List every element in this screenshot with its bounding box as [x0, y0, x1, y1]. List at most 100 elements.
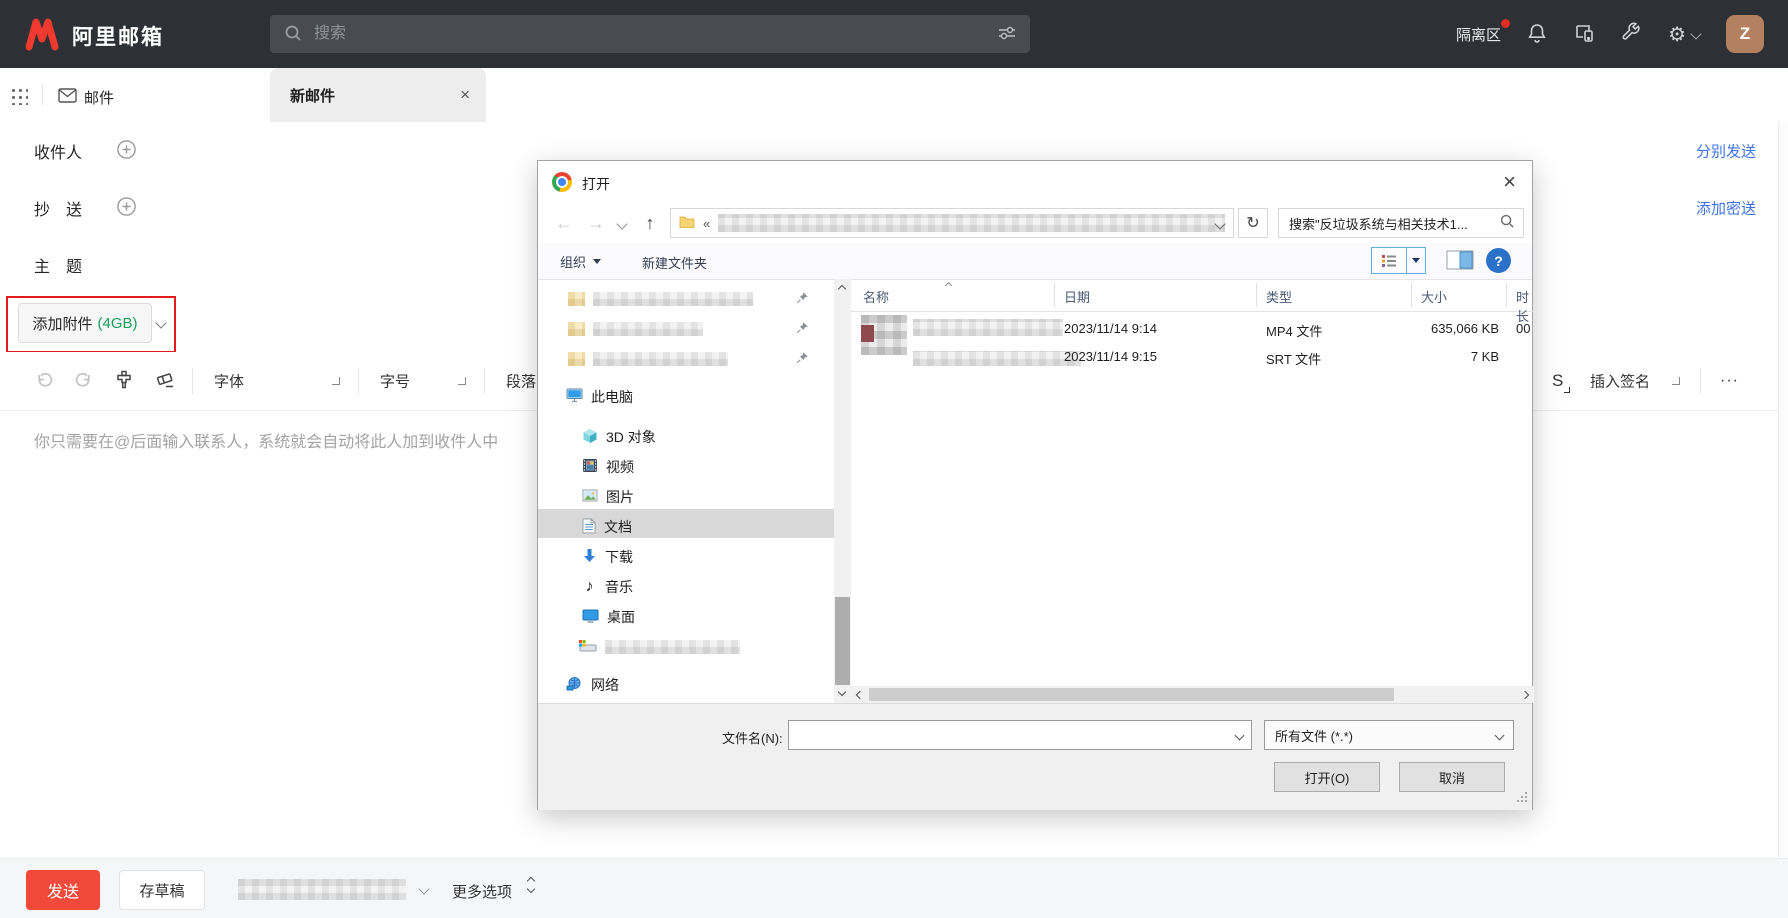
sidebar-item-downloads[interactable]: 下载 — [582, 543, 633, 571]
dialog-titlebar[interactable]: 打开 × — [538, 161, 1532, 203]
add-bcc-link[interactable]: 添加密送 — [1696, 197, 1756, 218]
horizontal-scrollbar[interactable] — [851, 686, 1534, 703]
close-icon[interactable]: × — [460, 85, 470, 105]
chevron-down-icon — [1494, 730, 1505, 740]
devices-icon[interactable] — [1573, 22, 1595, 47]
up-icon[interactable]: ↑ — [638, 208, 662, 238]
sender-address-redacted[interactable] — [238, 879, 406, 900]
pin-icon — [796, 321, 809, 337]
apps-grid-icon[interactable] — [10, 87, 28, 105]
add-cc-icon[interactable] — [116, 196, 137, 220]
resize-grip[interactable] — [1517, 791, 1528, 806]
sidebar-item-network[interactable]: 网络 — [566, 671, 619, 699]
search-input[interactable] — [312, 24, 998, 44]
preview-pane-icon[interactable] — [1446, 250, 1474, 273]
filetype-select[interactable]: 所有文件 (*.*) — [1264, 720, 1514, 750]
dialog-search-input[interactable] — [1287, 214, 1500, 232]
alimail-logo-icon — [22, 16, 62, 55]
back-icon[interactable]: ← — [552, 208, 576, 238]
more-options-button[interactable]: 更多选项 — [452, 881, 512, 902]
column-headers: 名称 日期 类型 大小 时长 — [851, 279, 1534, 324]
quarantine-link[interactable]: 隔离区 — [1456, 18, 1511, 45]
save-draft-button[interactable]: 存草稿 — [119, 870, 205, 910]
sidebar-item-desktop[interactable]: 桌面 — [582, 603, 635, 631]
more-tools-button[interactable]: ··· — [1720, 372, 1739, 390]
scroll-down-icon[interactable] — [837, 687, 847, 697]
sidebar-item-documents[interactable]: 文档 — [582, 513, 632, 541]
pinned-folder-redacted[interactable] — [568, 285, 828, 313]
send-button[interactable]: 发送 — [26, 870, 100, 910]
bell-icon[interactable] — [1527, 22, 1547, 47]
add-recipient-icon[interactable] — [116, 139, 137, 163]
sidebar-scrollbar[interactable] — [834, 279, 851, 703]
global-search[interactable] — [270, 15, 1030, 53]
column-duration[interactable]: 时长 — [1516, 287, 1534, 325]
quarantine-badge-dot — [1501, 18, 1511, 28]
address-bar[interactable]: « — [670, 208, 1234, 238]
sidebar-item-music[interactable]: ♪ 音乐 — [582, 573, 634, 601]
open-button[interactable]: 打开(O) — [1274, 762, 1380, 792]
forward-icon[interactable]: → — [584, 208, 608, 238]
tab-new-mail[interactable]: 新邮件 × — [270, 68, 486, 122]
page-scrollbar[interactable] — [1778, 122, 1788, 858]
insert-signature-button[interactable]: 插入签名 — [1590, 371, 1650, 392]
undo-icon[interactable] — [34, 370, 54, 393]
sidebar-item-label: 图片 — [606, 489, 634, 505]
sidebar-item-this-pc[interactable]: 此电脑 — [566, 383, 633, 411]
scroll-right-icon[interactable] — [1520, 690, 1530, 700]
new-folder-button[interactable]: 新建文件夹 — [642, 253, 707, 272]
eraser-icon[interactable] — [154, 370, 176, 393]
sidebar-item-3d-objects[interactable]: 3D 对象 — [582, 423, 656, 451]
organize-menu[interactable]: 组织 — [560, 252, 602, 271]
avatar[interactable]: Z — [1726, 15, 1764, 53]
scroll-up-icon[interactable] — [837, 284, 847, 294]
help-button[interactable]: ? — [1486, 248, 1511, 273]
chevron-down-icon[interactable] — [616, 218, 628, 230]
sidebar-item-videos[interactable]: 视频 — [582, 453, 634, 481]
music-note-icon: ♪ — [585, 578, 594, 595]
chevron-down-icon[interactable] — [458, 377, 466, 385]
close-icon[interactable]: × — [1503, 169, 1516, 195]
body-placeholder[interactable]: 你只需要在@后面输入联系人，系统就会自动将此人加到收件人中 — [34, 428, 498, 452]
sidebar-item-drive-redacted[interactable] — [578, 633, 740, 661]
add-attachment-button[interactable]: 添加附件 (4GB) — [18, 303, 152, 343]
picture-icon — [582, 489, 598, 505]
filter-icon[interactable] — [998, 25, 1016, 44]
column-size[interactable]: 大小 — [1421, 287, 1447, 306]
wrench-icon[interactable] — [1621, 22, 1642, 46]
paragraph-select[interactable]: 段落 — [506, 371, 536, 392]
cancel-button[interactable]: 取消 — [1399, 762, 1505, 792]
format-painter-icon[interactable] — [114, 370, 134, 393]
pinned-folder-redacted[interactable] — [568, 345, 828, 373]
pinned-folder-redacted[interactable] — [568, 315, 828, 343]
chevron-down-icon[interactable] — [1672, 377, 1680, 385]
scrollbar-thumb[interactable] — [869, 688, 1394, 701]
view-mode-button[interactable] — [1371, 247, 1407, 274]
filename-combo[interactable] — [788, 720, 1252, 750]
filename-input[interactable] — [797, 726, 1236, 744]
divider — [42, 85, 43, 105]
chevron-down-icon[interactable] — [155, 317, 167, 329]
sidebar-item-pictures[interactable]: 图片 — [582, 483, 634, 511]
send-separately-link[interactable]: 分别发送 — [1696, 140, 1756, 161]
attach-label: 添加附件 — [32, 315, 93, 333]
address-chevrons[interactable]: « — [703, 216, 710, 231]
font-size-select[interactable]: 字号 — [380, 371, 410, 392]
chevron-down-icon[interactable] — [332, 377, 340, 385]
scrollbar-thumb[interactable] — [835, 597, 850, 685]
column-type[interactable]: 类型 — [1266, 287, 1292, 306]
column-name[interactable]: 名称 — [863, 287, 889, 306]
chevron-down-icon[interactable] — [418, 883, 430, 895]
font-family-select[interactable]: 字体 — [214, 371, 244, 392]
column-date[interactable]: 日期 — [1064, 287, 1090, 306]
refresh-button[interactable]: ↻ — [1238, 208, 1268, 238]
view-mode-dropdown[interactable] — [1406, 247, 1426, 274]
divider — [1700, 368, 1701, 394]
settings-menu[interactable]: ⚙ — [1668, 22, 1702, 47]
file-date: 2023/11/14 9:15 — [1064, 349, 1158, 364]
signature-icon[interactable]: S — [1552, 371, 1563, 391]
mail-nav-label[interactable]: 邮件 — [84, 87, 114, 108]
redo-icon[interactable] — [74, 370, 94, 393]
scroll-left-icon[interactable] — [855, 690, 865, 700]
dialog-search-box[interactable] — [1278, 208, 1524, 238]
